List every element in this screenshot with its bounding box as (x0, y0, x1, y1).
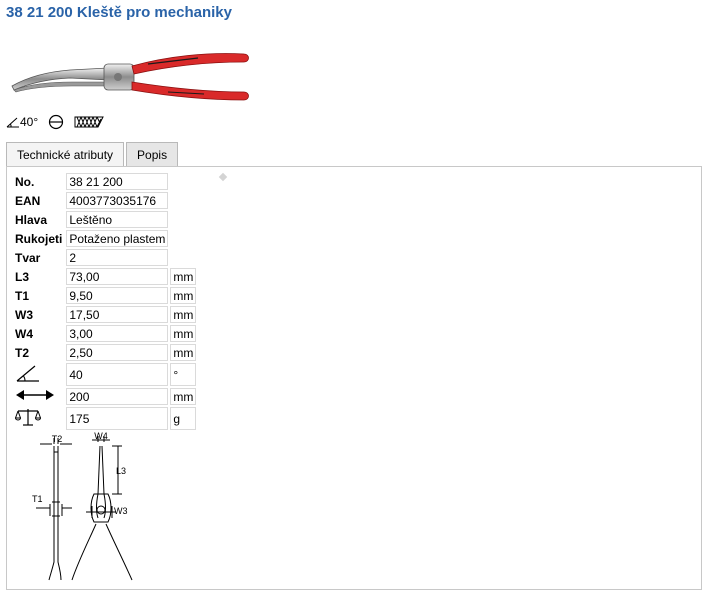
length-arrow-icon (16, 390, 54, 400)
dim-label-t2: T2 (52, 434, 63, 444)
attr-value: Leštěno (66, 211, 169, 228)
dim-label-t1: T1 (32, 494, 43, 504)
attr-label: W3 (15, 307, 33, 322)
attr-value: 17,50 (66, 306, 169, 323)
dim-label-l3: L3 (116, 466, 126, 476)
table-row: Tvar 2 (13, 249, 196, 266)
table-row: No. 38 21 200 (13, 173, 196, 190)
attr-label: EAN (15, 193, 41, 208)
attr-unit: mm (170, 344, 197, 361)
angle-symbol: 40° (6, 115, 38, 129)
table-row: 40 ° (13, 363, 197, 386)
attr-value: 38 21 200 (66, 173, 169, 190)
attr-value: 200 (66, 388, 169, 405)
attr-label: W4 (15, 326, 33, 341)
tab-technical-attributes[interactable]: Technické atributy (6, 142, 125, 166)
table-row: W3 17,50 mm (13, 306, 197, 323)
table-row: W4 3,00 mm (13, 325, 197, 342)
dim-label-w4: W4 (94, 432, 108, 441)
attr-unit: mm (170, 388, 197, 405)
attr-unit: g (170, 407, 197, 430)
attr-unit: mm (170, 268, 197, 285)
product-image (11, 53, 249, 101)
attr-value: 2,50 (66, 344, 169, 361)
angle-symbol-label: 40° (20, 115, 39, 129)
page-title: 38 21 200 Kleště pro mechaniky (6, 4, 232, 21)
attr-label-icon-cell (13, 363, 64, 386)
attr-label: T1 (15, 288, 30, 303)
attr-label: Tvar (15, 250, 41, 265)
angle-icon (16, 365, 39, 382)
attr-value: 4003773035176 (66, 192, 169, 209)
attr-label: T2 (15, 345, 30, 360)
attr-value: Potaženo plastem (66, 230, 169, 247)
attr-value: 3,00 (66, 325, 169, 342)
decorative-diamond (218, 172, 228, 182)
table-row: 200 mm (13, 388, 197, 405)
attr-value: 73,00 (66, 268, 169, 285)
table-row: Rukojeti Potaženo plastem (13, 230, 196, 247)
table-row: 175 g (13, 407, 197, 430)
attr-unit: ° (170, 363, 197, 386)
attr-value: 2 (66, 249, 169, 266)
attr-unit: mm (170, 306, 197, 323)
table-row: T2 2,50 mm (13, 344, 197, 361)
attr-label-icon-cell (13, 388, 64, 405)
serrated-jaw-icon (74, 116, 104, 128)
attr-unit: mm (170, 325, 197, 342)
table-row: L3 73,00 mm (13, 268, 197, 285)
attr-value: 175 (66, 407, 169, 430)
attr-label: Rukojeti (15, 231, 63, 246)
scale-weight-icon (14, 409, 42, 426)
feature-symbols: 40° (6, 114, 104, 130)
attr-label-icon-cell (13, 407, 64, 430)
attr-label: L3 (15, 269, 30, 284)
dim-label-w3: W3 (114, 506, 128, 516)
tab-bar: Technické atributy Popis (6, 142, 179, 166)
flat-jaw-icon (49, 114, 64, 130)
table-row: T1 9,50 mm (13, 287, 197, 304)
attr-value: 40 (66, 363, 169, 386)
attr-label: No. (15, 174, 35, 189)
angle-icon (6, 117, 19, 128)
tab-description[interactable]: Popis (126, 142, 179, 166)
table-row: EAN 4003773035176 (13, 192, 196, 209)
dimension-drawing: T2 W4 L3 T1 W3 (32, 432, 133, 581)
attributes-table: No. 38 21 200 EAN 4003773035176 Hlava Le… (11, 171, 198, 432)
attr-value: 9,50 (66, 287, 169, 304)
table-row: Hlava Leštěno (13, 211, 196, 228)
attr-label: Hlava (15, 212, 48, 227)
attr-unit: mm (170, 287, 197, 304)
